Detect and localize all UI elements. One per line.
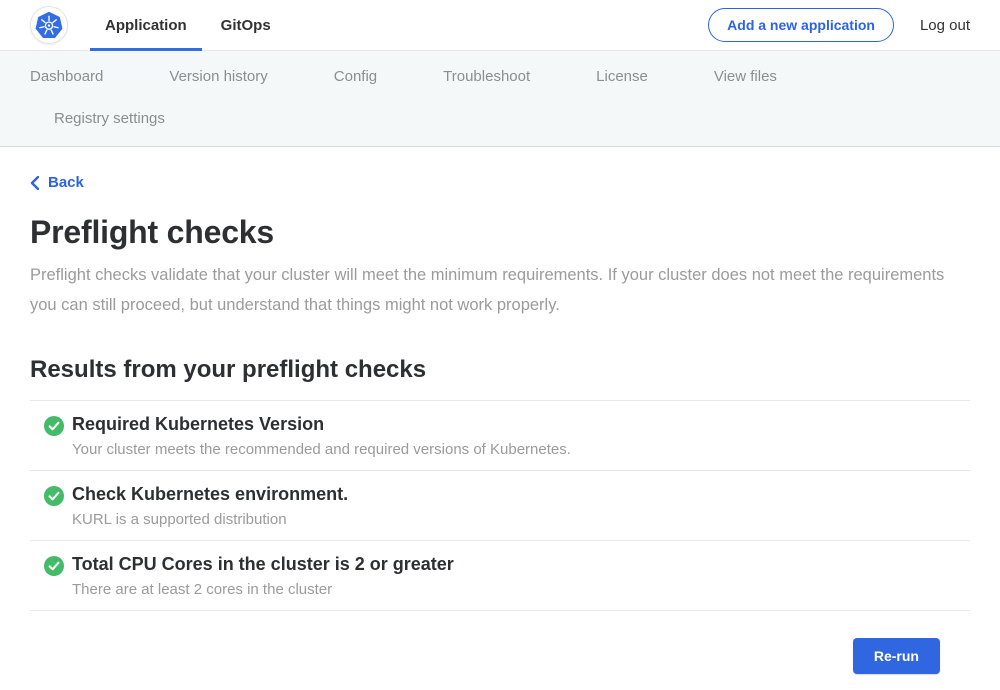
preflight-results-list: Required Kubernetes Version Your cluster…: [30, 400, 970, 611]
check-title: Check Kubernetes environment.: [72, 484, 970, 505]
subnav-item-registry-settings[interactable]: Registry settings: [54, 110, 165, 127]
log-out-link[interactable]: Log out: [920, 17, 970, 34]
kubernetes-logo: [30, 6, 68, 44]
check-detail: Your cluster meets the recommended and r…: [72, 441, 970, 458]
rerun-button[interactable]: Re-run: [853, 638, 940, 674]
tab-gitops[interactable]: GitOps: [206, 0, 286, 50]
subnav-row-2: Registry settings: [30, 110, 970, 127]
check-row-kubernetes-version: Required Kubernetes Version Your cluster…: [30, 401, 970, 471]
check-success-icon: [44, 556, 64, 576]
page-description: Preflight checks validate that your clus…: [30, 260, 970, 320]
top-navbar: Application GitOps Add a new application…: [0, 0, 1000, 51]
back-link-label: Back: [48, 174, 84, 191]
subnav-item-version-history[interactable]: Version history: [169, 68, 267, 85]
check-row-cpu-cores: Total CPU Cores in the cluster is 2 or g…: [30, 541, 970, 611]
page-title: Preflight checks: [30, 214, 970, 251]
check-success-icon: [44, 416, 64, 436]
results-heading: Results from your preflight checks: [30, 356, 970, 384]
chevron-left-icon: [30, 176, 39, 190]
main-content: Back Preflight checks Preflight checks v…: [0, 147, 1000, 690]
subnav-item-troubleshoot[interactable]: Troubleshoot: [443, 68, 530, 85]
check-title: Required Kubernetes Version: [72, 414, 970, 435]
footer-actions: Re-run: [30, 611, 970, 690]
subnav-row-1: Dashboard Version history Config Trouble…: [30, 68, 970, 85]
primary-tabs: Application GitOps: [88, 0, 288, 50]
check-detail: There are at least 2 cores in the cluste…: [72, 581, 970, 598]
app-subnav: Dashboard Version history Config Trouble…: [0, 51, 1000, 147]
add-new-application-button[interactable]: Add a new application: [708, 8, 894, 42]
check-row-kubernetes-environment: Check Kubernetes environment. KURL is a …: [30, 471, 970, 541]
back-link[interactable]: Back: [30, 174, 84, 191]
check-detail: KURL is a supported distribution: [72, 511, 970, 528]
tab-application[interactable]: Application: [90, 0, 202, 50]
subnav-item-config[interactable]: Config: [334, 68, 377, 85]
check-success-icon: [44, 486, 64, 506]
subnav-item-view-files[interactable]: View files: [714, 68, 777, 85]
check-title: Total CPU Cores in the cluster is 2 or g…: [72, 554, 970, 575]
subnav-item-license[interactable]: License: [596, 68, 648, 85]
subnav-item-dashboard[interactable]: Dashboard: [30, 68, 103, 85]
